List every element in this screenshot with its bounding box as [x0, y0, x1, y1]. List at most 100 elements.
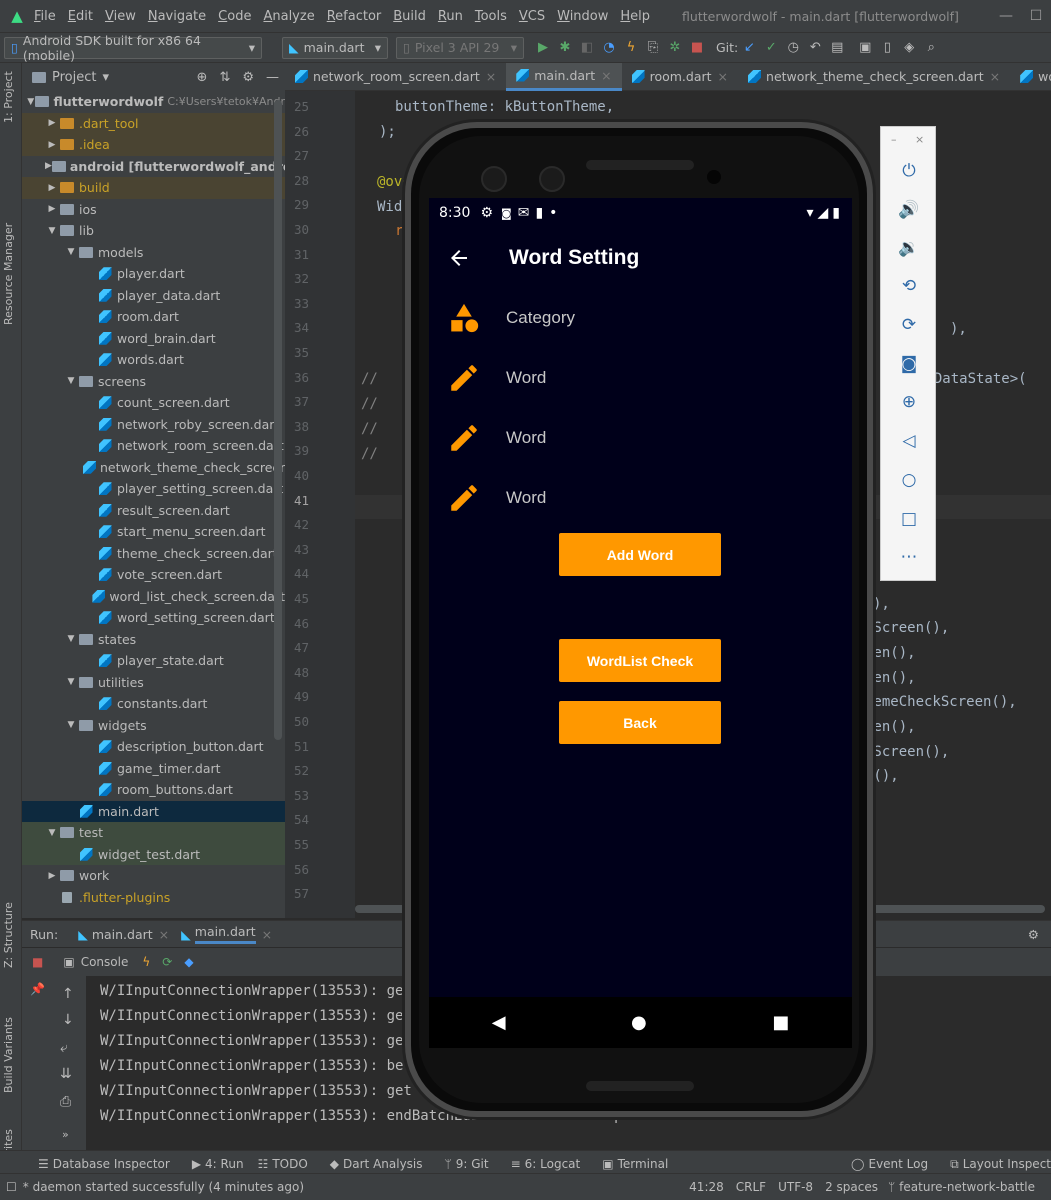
- menu-file[interactable]: File: [34, 9, 56, 24]
- menu-code[interactable]: Code: [218, 9, 251, 24]
- tree-item[interactable]: description_button.dart: [22, 736, 285, 758]
- resource-manager-tab[interactable]: Resource Manager: [2, 223, 15, 325]
- collapsed-arrow-icon[interactable]: ▶: [45, 183, 59, 193]
- expanded-arrow-icon[interactable]: ▼: [64, 376, 78, 386]
- emu-overview-icon[interactable]: □: [881, 509, 937, 529]
- project-view-selector[interactable]: Project: [52, 70, 96, 85]
- tree-item[interactable]: game_timer.dart: [22, 758, 285, 780]
- git-update-icon[interactable]: ↙: [738, 40, 760, 55]
- soft-wrap-icon[interactable]: ⤶: [60, 1040, 68, 1056]
- category-row[interactable]: Category: [429, 288, 852, 348]
- collapsed-arrow-icon[interactable]: ▶: [45, 204, 59, 214]
- git-history-icon[interactable]: ◷: [782, 40, 804, 55]
- terminal-tab[interactable]: ▣ Terminal: [602, 1157, 668, 1171]
- attach-debugger-icon[interactable]: ⎘: [642, 40, 664, 55]
- minimize-icon[interactable]: —: [991, 8, 1021, 24]
- close-icon[interactable]: ×: [486, 69, 496, 84]
- maximize-icon[interactable]: ☐: [1021, 8, 1051, 24]
- gear-icon[interactable]: ⚙: [1028, 927, 1039, 942]
- stop-icon[interactable]: ■: [686, 40, 708, 55]
- down-arrow-icon[interactable]: ↓: [62, 1012, 74, 1028]
- collapse-all-icon[interactable]: ⇅: [219, 70, 230, 85]
- tree-item[interactable]: network_theme_check_screen: [22, 457, 285, 479]
- avd-selector[interactable]: ▯ Pixel 3 API 29 ▾: [396, 36, 524, 59]
- collapsed-arrow-icon[interactable]: ▶: [45, 871, 59, 881]
- close-icon[interactable]: ×: [601, 68, 611, 83]
- rotate-right-icon[interactable]: ⟳: [881, 315, 937, 335]
- git-rollback-icon[interactable]: ↶: [804, 40, 826, 55]
- tree-item[interactable]: ▶ android [flutterwordwolf_android]: [22, 156, 285, 178]
- tree-item[interactable]: ▼ utilities: [22, 672, 285, 694]
- tree-item[interactable]: player_data.dart: [22, 285, 285, 307]
- power-icon[interactable]: ⏻: [881, 161, 937, 181]
- close-icon[interactable]: ×: [262, 927, 272, 942]
- volume-up-icon[interactable]: 🔊: [881, 200, 937, 220]
- tree-item[interactable]: widget_test.dart: [22, 843, 285, 865]
- line-separator[interactable]: CRLF: [736, 1180, 766, 1194]
- close-icon[interactable]: ×: [915, 133, 924, 146]
- tree-item[interactable]: room_buttons.dart: [22, 779, 285, 801]
- menu-tools[interactable]: Tools: [475, 9, 507, 24]
- expanded-arrow-icon[interactable]: ▼: [64, 634, 78, 644]
- git-commit-icon[interactable]: ✓: [760, 40, 782, 55]
- word-row[interactable]: Word: [429, 408, 852, 468]
- debug-icon[interactable]: ✱: [554, 40, 576, 55]
- emu-home-icon[interactable]: ○: [881, 470, 937, 490]
- stop-icon[interactable]: ■: [32, 955, 43, 969]
- emulator-screen[interactable]: 8:30 ⚙ ◙ ✉ ▮ • ▾ ◢ ▮ Word Setting Catego…: [429, 198, 852, 1048]
- tree-item[interactable]: ▶ .idea: [22, 134, 285, 156]
- hot-reload-icon[interactable]: ϟ: [620, 40, 642, 55]
- tab-word-setting[interactable]: word_setti: [1010, 63, 1051, 91]
- run-tab-main-1[interactable]: main.dart: [92, 927, 153, 942]
- run-tab-main-2[interactable]: main.dart: [194, 924, 256, 944]
- run-config-selector[interactable]: ◣ main.dart ▾: [282, 36, 388, 59]
- tree-item[interactable]: ▶ build: [22, 177, 285, 199]
- run-icon[interactable]: ▶: [532, 40, 554, 55]
- menu-view[interactable]: View: [105, 9, 136, 24]
- tree-item[interactable]: ▶ work: [22, 865, 285, 887]
- tree-item[interactable]: ▼ models: [22, 242, 285, 264]
- collapsed-arrow-icon[interactable]: ▶: [45, 161, 52, 171]
- tree-item[interactable]: player_state.dart: [22, 650, 285, 672]
- run-tab[interactable]: ▶ 4: Run: [192, 1157, 244, 1171]
- hide-panel-icon[interactable]: —: [266, 70, 279, 85]
- dart-devtools-icon[interactable]: ◆: [184, 955, 193, 969]
- collapsed-arrow-icon[interactable]: ▶: [45, 140, 59, 150]
- project-tool-tab[interactable]: 1: Project: [2, 71, 15, 123]
- tree-item[interactable]: ▼ flutterwordwolf C:¥Users¥tetok¥Andr: [22, 91, 285, 113]
- nav-back-icon[interactable]: ◀: [492, 1012, 506, 1033]
- collapsed-arrow-icon[interactable]: ▶: [45, 118, 59, 128]
- tree-item[interactable]: vote_screen.dart: [22, 564, 285, 586]
- tree-item[interactable]: constants.dart: [22, 693, 285, 715]
- hot-restart-icon[interactable]: ⟳: [162, 955, 172, 969]
- nav-recents-icon[interactable]: ■: [772, 1012, 789, 1033]
- status-message[interactable]: * daemon started successfully (4 minutes…: [23, 1180, 304, 1194]
- layout-inspector-tab[interactable]: ⧉ Layout Inspect: [950, 1157, 1051, 1172]
- pin-icon[interactable]: 📌: [30, 982, 45, 996]
- hot-reload-icon[interactable]: ϟ: [142, 955, 150, 969]
- coverage-icon[interactable]: ◧: [576, 40, 598, 55]
- menu-analyze[interactable]: Analyze: [263, 9, 314, 24]
- tab-network-room-screen[interactable]: network_room_screen.dart ×: [285, 63, 506, 91]
- emu-back-icon[interactable]: ◁: [881, 431, 937, 451]
- profile-icon[interactable]: ◔: [598, 40, 620, 55]
- status-toggle-icon[interactable]: ☐: [6, 1180, 17, 1194]
- tree-item[interactable]: .flutter-plugins: [22, 887, 285, 909]
- nav-home-icon[interactable]: ●: [631, 1012, 647, 1033]
- gear-icon[interactable]: ⚙: [242, 70, 254, 85]
- expanded-arrow-icon[interactable]: ▼: [26, 97, 35, 107]
- tree-item[interactable]: theme_check_screen.dart: [22, 543, 285, 565]
- back-button[interactable]: Back: [559, 701, 721, 744]
- close-icon[interactable]: ×: [718, 69, 728, 84]
- more-options-icon[interactable]: ⋯: [881, 547, 937, 567]
- tree-item[interactable]: ▼ test: [22, 822, 285, 844]
- more-icon[interactable]: »: [62, 1128, 69, 1141]
- close-icon[interactable]: ×: [159, 927, 169, 942]
- zoom-icon[interactable]: ⊕: [881, 392, 937, 412]
- tab-network-theme-check[interactable]: network_theme_check_screen.dart ×: [738, 63, 1010, 91]
- chevron-down-icon[interactable]: ▾: [102, 70, 109, 85]
- tree-item[interactable]: ▼ lib: [22, 220, 285, 242]
- menu-window[interactable]: Window: [557, 9, 608, 24]
- tree-item[interactable]: word_setting_screen.dart: [22, 607, 285, 629]
- scroll-to-end-icon[interactable]: ⇊: [60, 1066, 72, 1082]
